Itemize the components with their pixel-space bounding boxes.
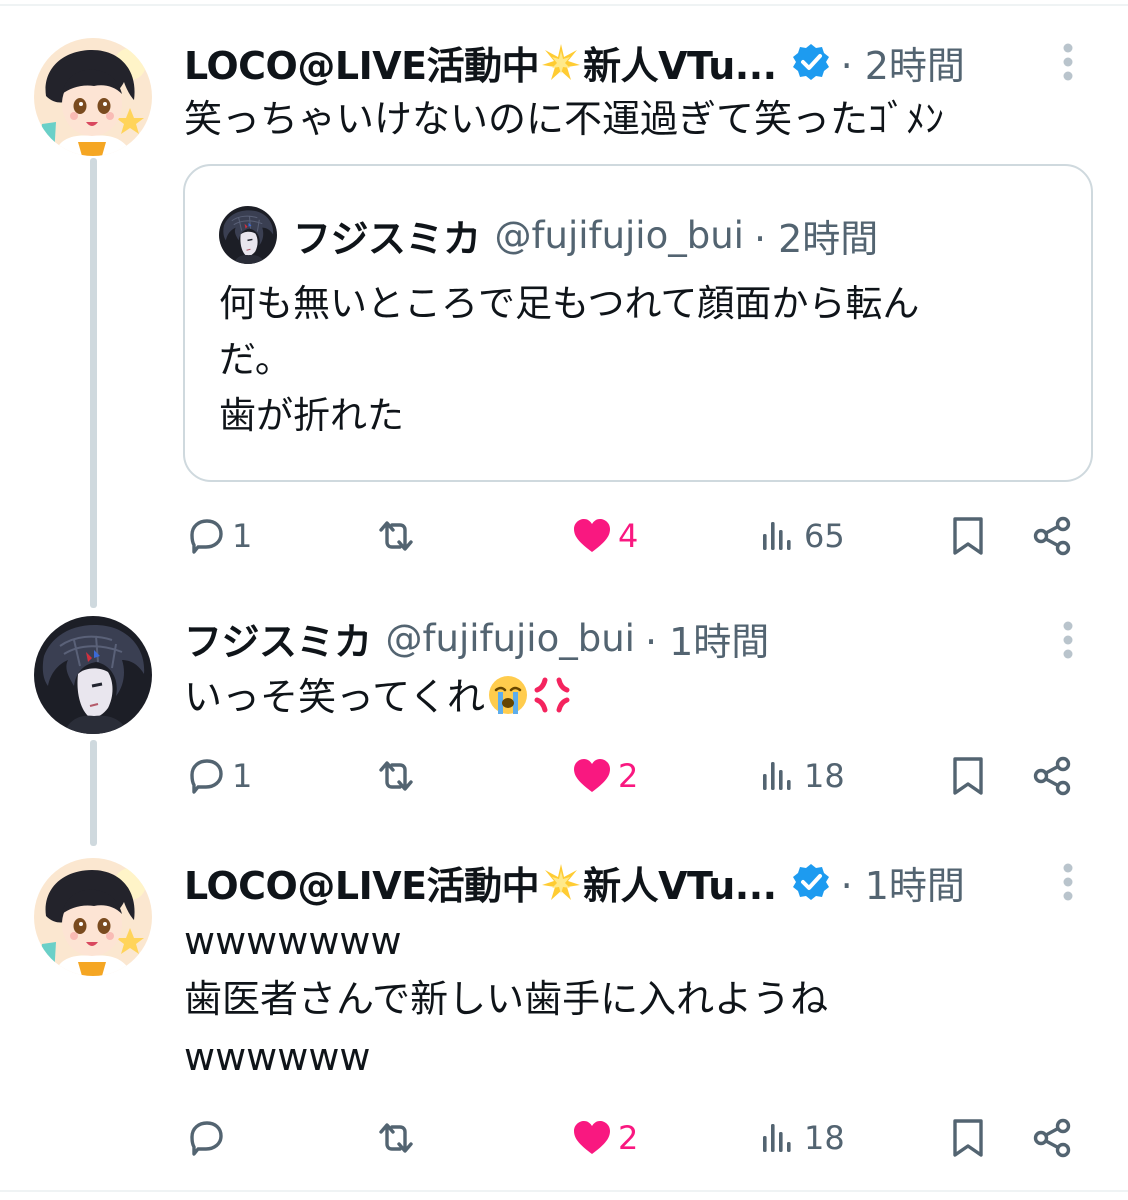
avatar-image [219, 206, 277, 264]
retweet-button[interactable] [374, 1108, 418, 1168]
reply-button[interactable] [184, 1108, 232, 1168]
share-icon [1030, 1116, 1074, 1160]
avatar[interactable] [34, 616, 152, 734]
reply-icon [184, 1116, 228, 1160]
bookmark-button[interactable] [946, 1108, 990, 1168]
quote-author-name: フジスミカ [293, 216, 481, 261]
reply-button[interactable]: 1 [184, 506, 252, 566]
retweet-icon [374, 754, 418, 798]
like-count: 2 [618, 757, 639, 795]
tweet-header: フジスミカ @fujifujio_bui · 1時間 [184, 610, 769, 666]
tweet-actions: 2 18 [184, 1108, 1084, 1168]
views-icon [756, 754, 800, 798]
author-name[interactable]: LOCO@LIVE活動中 [184, 855, 540, 910]
avatar[interactable] [34, 858, 152, 976]
reply-count: 1 [232, 757, 253, 795]
tweet-text-line: wwwwwww [184, 919, 402, 963]
tweet-header: LOCO@LIVE活動中 新人VTu... · 1時間 [184, 854, 965, 910]
loudly-crying-face-icon [487, 674, 529, 716]
verified-badge-icon [791, 42, 831, 82]
thread-line [90, 740, 97, 846]
author-name-suffix[interactable]: 新人VTu... [583, 35, 777, 90]
tweet-text-line: 歯医者さんで新しい歯手に入れようね [184, 977, 829, 1021]
view-count: 18 [804, 757, 845, 795]
author-handle[interactable]: @fujifujio_bui [386, 617, 635, 660]
bookmark-icon [946, 1116, 990, 1160]
star-emoji-icon [541, 862, 581, 902]
like-button[interactable]: 4 [570, 506, 638, 566]
share-icon [1030, 514, 1074, 558]
heart-icon [570, 754, 614, 798]
reply-icon [184, 514, 228, 558]
tweet-actions: 1 4 65 [184, 506, 1084, 566]
like-count: 2 [618, 1119, 639, 1157]
share-button[interactable] [1030, 1108, 1074, 1168]
star-emoji-icon [541, 42, 581, 82]
bookmark-icon [946, 514, 990, 558]
bookmark-button[interactable] [946, 746, 990, 806]
more-options-icon[interactable] [1056, 858, 1080, 906]
tweet-actions: 1 2 18 [184, 746, 1084, 806]
views-button[interactable]: 18 [756, 1108, 845, 1168]
retweet-button[interactable] [374, 746, 418, 806]
quote-header: フジスミカ @fujifujio_bui · 2時間 [293, 206, 878, 264]
like-count: 4 [618, 517, 639, 555]
quote-avatar [219, 206, 277, 264]
reply-count: 1 [232, 517, 253, 555]
verified-badge-icon [791, 862, 831, 902]
tweet-header: LOCO@LIVE活動中 新人VTu... · 2時間 [184, 34, 965, 90]
bookmark-icon [946, 754, 990, 798]
retweet-icon [374, 514, 418, 558]
tweet-text-content: いっそ笑ってくれ [184, 675, 485, 719]
views-icon [756, 1116, 800, 1160]
share-button[interactable] [1030, 506, 1074, 566]
more-options-icon[interactable] [1056, 616, 1080, 664]
top-divider [0, 4, 1128, 6]
author-name[interactable]: LOCO@LIVE活動中 [184, 35, 540, 90]
view-count: 18 [804, 1119, 845, 1157]
quote-text: 何も無いところで足もつれて顔面から転ん だ。 歯が折れた [219, 282, 920, 437]
views-icon [756, 514, 800, 558]
timestamp[interactable]: · 1時間 [645, 611, 769, 666]
author-name[interactable]: フジスミカ [184, 611, 372, 666]
timestamp[interactable]: · 1時間 [841, 855, 965, 910]
heart-icon [570, 514, 614, 558]
more-options-icon[interactable] [1056, 38, 1080, 86]
tweet-text-line: wwwwww [184, 1035, 371, 1079]
quoted-tweet[interactable]: フジスミカ @fujifujio_bui · 2時間 何も無いところで足もつれて… [183, 164, 1093, 482]
tweet-text: 笑っちゃいけないのに不運過ぎて笑ったｺﾞﾒﾝ [184, 97, 945, 141]
retweet-button[interactable] [374, 506, 418, 566]
avatar-image [34, 858, 152, 976]
avatar-image [34, 616, 152, 734]
view-count: 65 [804, 517, 845, 555]
bottom-divider [0, 1190, 1128, 1192]
like-button[interactable]: 2 [570, 746, 638, 806]
bookmark-button[interactable] [946, 506, 990, 566]
reply-icon [184, 754, 228, 798]
views-button[interactable]: 65 [756, 506, 845, 566]
quote-author-handle: @fujifujio_bui [494, 213, 744, 257]
reply-button[interactable]: 1 [184, 746, 252, 806]
avatar-image [34, 38, 152, 156]
author-name-suffix[interactable]: 新人VTu... [583, 855, 777, 910]
heart-icon [570, 1116, 614, 1160]
views-button[interactable]: 18 [756, 746, 845, 806]
thread-line [90, 158, 97, 608]
avatar[interactable] [34, 38, 152, 156]
like-button[interactable]: 2 [570, 1108, 638, 1168]
quote-timestamp: · 2時間 [753, 216, 879, 261]
share-button[interactable] [1030, 746, 1074, 806]
timestamp[interactable]: · 2時間 [841, 35, 965, 90]
tweet-text: いっそ笑ってくれ [184, 668, 573, 726]
tweet-text: wwwwwww 歯医者さんで新しい歯手に入れようね wwwwww [184, 912, 828, 1086]
anger-symbol-icon [531, 674, 573, 716]
retweet-icon [374, 1116, 418, 1160]
share-icon [1030, 754, 1074, 798]
